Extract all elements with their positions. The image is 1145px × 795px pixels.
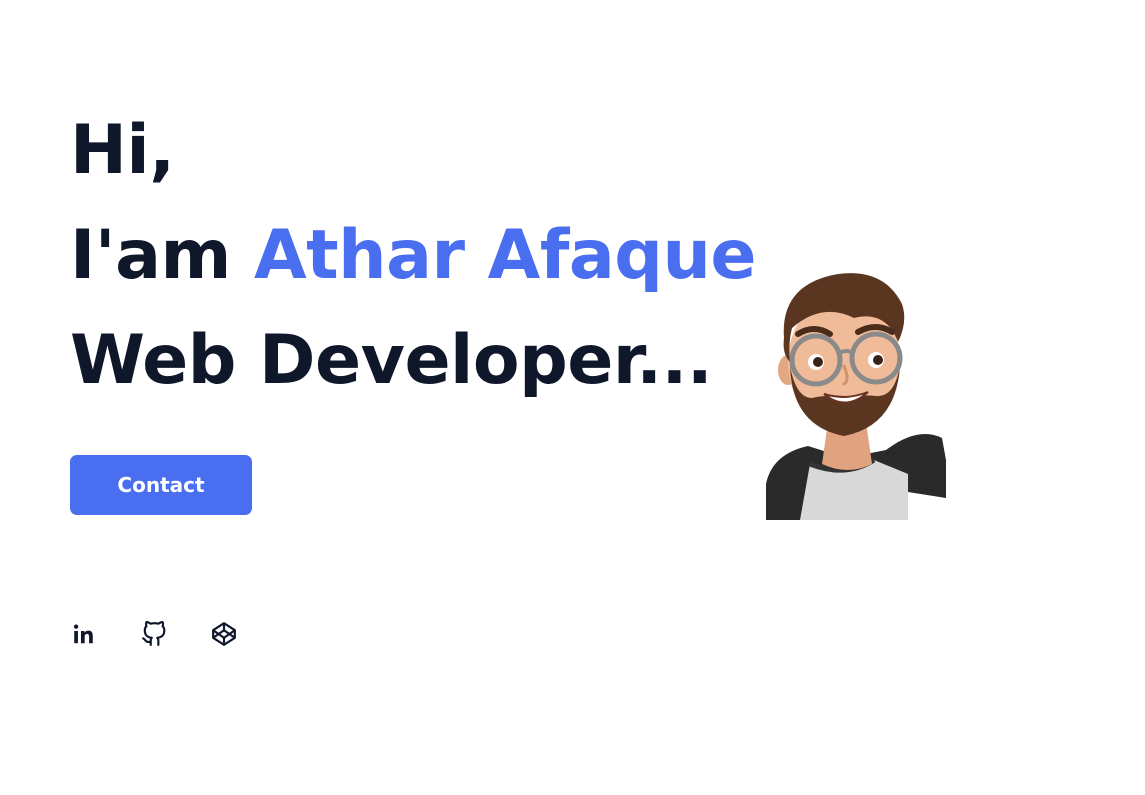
social-links	[70, 619, 238, 649]
developer-name: Athar Afaque	[254, 216, 756, 295]
linkedin-link[interactable]	[70, 619, 98, 649]
memoji-avatar	[766, 273, 946, 520]
linkedin-icon	[73, 624, 93, 644]
role-text: Web Developer...	[70, 321, 713, 400]
hero-heading: Hi, I'am Athar Afaque Web Developer...	[70, 98, 756, 413]
codepen-link[interactable]	[210, 619, 238, 649]
github-icon	[142, 621, 166, 646]
contact-button[interactable]: Contact	[70, 455, 252, 515]
intro-line: I'am Athar Afaque	[70, 203, 756, 308]
codepen-icon	[212, 622, 236, 646]
github-link[interactable]	[140, 619, 168, 649]
intro-prefix: I'am	[70, 216, 255, 295]
greeting-text: Hi,	[70, 111, 175, 190]
